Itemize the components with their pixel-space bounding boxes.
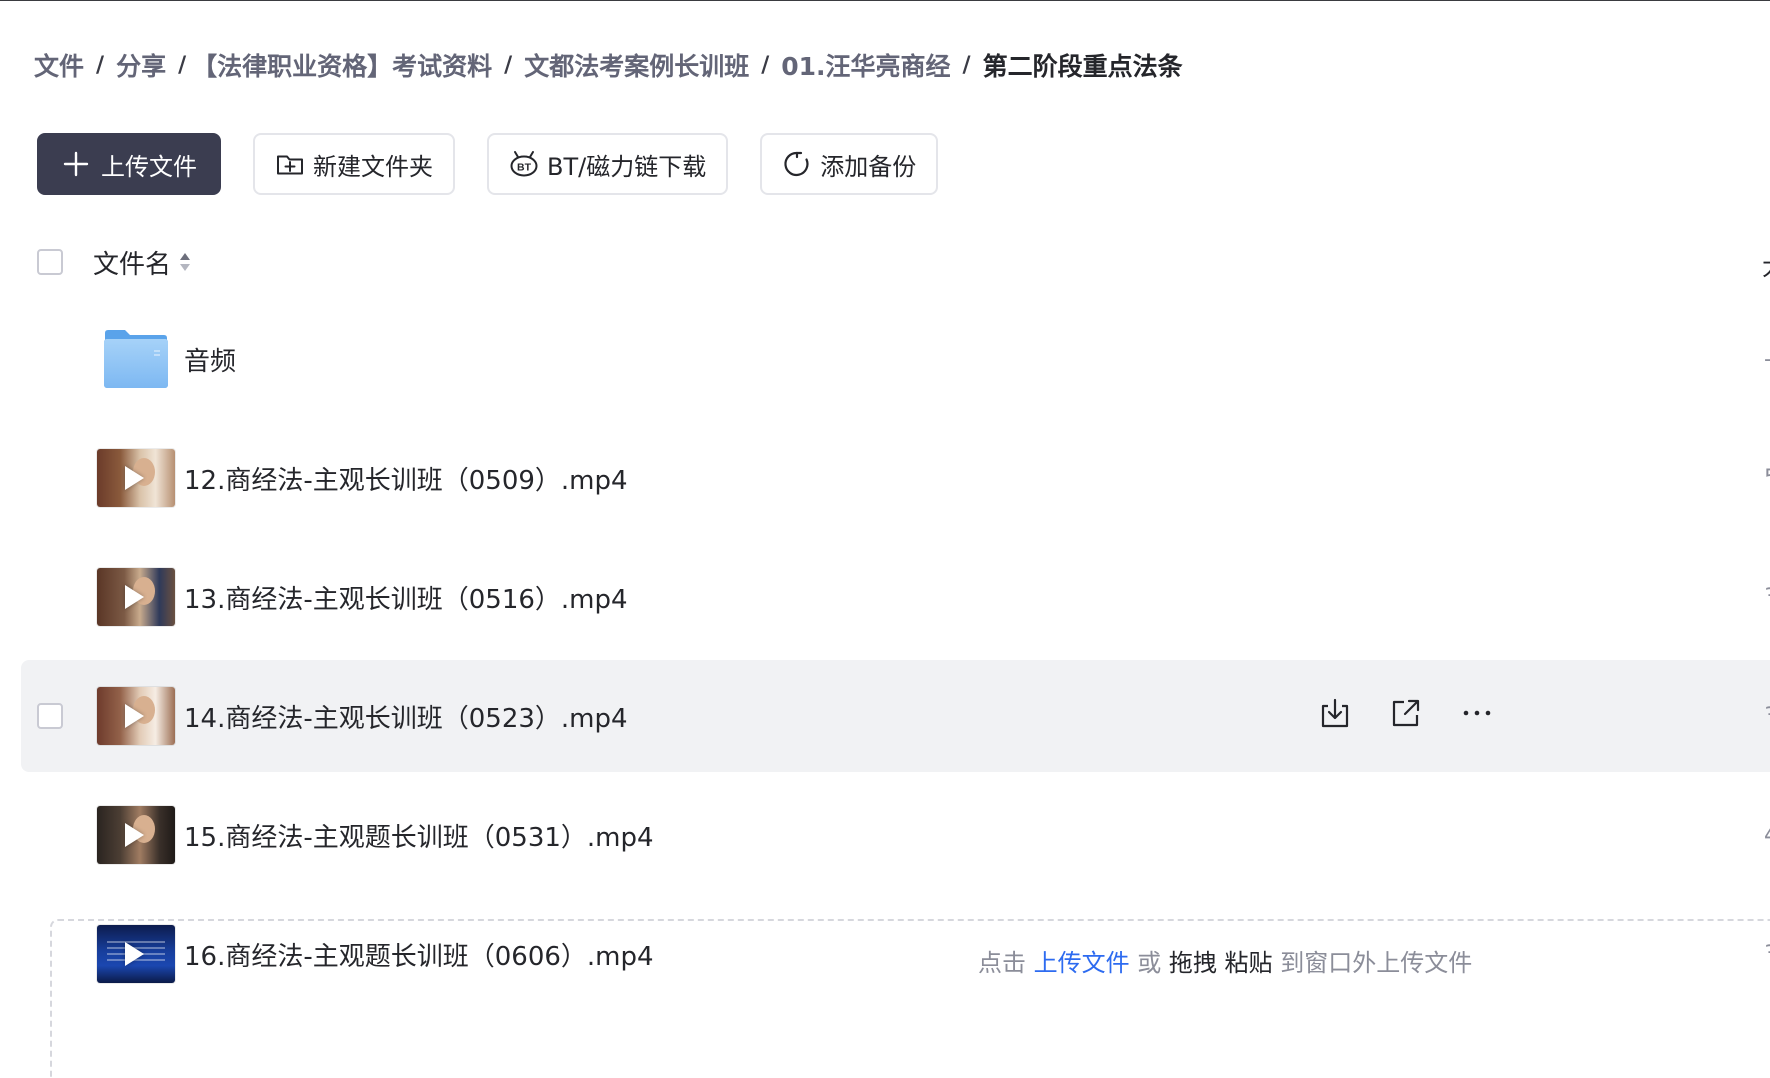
row-right-clipped: 5 [1764, 466, 1770, 482]
dropzone-prefix: 点击 [978, 949, 1026, 977]
breadcrumb-item-files[interactable]: 文件 [34, 47, 84, 83]
more-icon[interactable] [1459, 695, 1494, 730]
folder-icon [96, 320, 176, 398]
row-right-clipped: 4 [1764, 823, 1770, 839]
download-icon[interactable] [1317, 695, 1352, 730]
dropzone-drag-paste: 拖拽 粘贴 [1168, 949, 1273, 977]
breadcrumb-separator: / [96, 52, 105, 78]
select-all-checkbox[interactable] [37, 249, 63, 275]
file-name[interactable]: 14.商经法-主观长训班（0523）.mp4 [184, 698, 628, 735]
column-header-size-clipped: 大 [1762, 247, 1770, 282]
row-actions [1317, 695, 1494, 730]
video-thumbnail-image [97, 687, 175, 745]
file-list: 音频 - 12.商经法-主观长训班（0509）.mp4 5 [21, 303, 1770, 1017]
list-item[interactable]: 13.商经法-主观长训班（0516）.mp4 3 [21, 541, 1770, 653]
video-thumbnail-image [97, 806, 175, 864]
bt-magnet-download-label: BT/磁力链下载 [547, 152, 707, 181]
table-header: 文件名 大 [37, 237, 1770, 287]
list-item[interactable]: 音频 - [21, 303, 1770, 415]
row-right-clipped: 3 [1764, 704, 1770, 720]
play-icon [125, 704, 144, 728]
breadcrumb-separator: / [504, 52, 513, 78]
dropzone-hint: 点击 上传文件 或 拖拽 粘贴 到窗口外上传文件 [978, 943, 1472, 978]
video-thumbnail [96, 558, 176, 636]
video-thumbnail [96, 796, 176, 874]
column-header-filename-label: 文件名 [93, 249, 172, 280]
upload-dropzone[interactable]: 点击 上传文件 或 拖拽 粘贴 到窗口外上传文件 [50, 919, 1770, 1078]
breadcrumb: 文件 / 分享 / 【法律职业资格】考试资料 / 文都法考案例长训班 / 01.… [34, 45, 1183, 85]
breadcrumb-separator: / [962, 52, 971, 78]
breadcrumb-item-commercial-law[interactable]: 01.汪华亮商经 [781, 47, 950, 83]
upload-file-label: 上传文件 [101, 152, 197, 181]
file-name[interactable]: 13.商经法-主观长训班（0516）.mp4 [184, 579, 628, 616]
row-right-clipped: - [1764, 347, 1770, 363]
play-icon [125, 823, 144, 847]
sort-icon[interactable] [179, 251, 191, 273]
video-thumbnail [96, 677, 176, 755]
video-thumbnail-image [97, 568, 175, 626]
dropzone-suffix: 到窗口外上传文件 [1280, 949, 1473, 977]
breadcrumb-separator: / [761, 52, 770, 78]
new-folder-button[interactable]: 新建文件夹 [253, 133, 455, 195]
bt-magnet-download-button[interactable]: BT BT/磁力链下载 [487, 133, 729, 195]
breadcrumb-item-share[interactable]: 分享 [116, 47, 166, 83]
bt-icon: BT [509, 149, 539, 179]
new-folder-label: 新建文件夹 [313, 152, 433, 181]
video-thumbnail [96, 439, 176, 517]
folder-plus-icon [275, 149, 305, 179]
plus-icon [61, 149, 91, 179]
dropzone-middle: 或 [1137, 949, 1162, 977]
refresh-icon [782, 149, 812, 179]
file-browser-page: 文件 / 分享 / 【法律职业资格】考试资料 / 文都法考案例长训班 / 01.… [0, 0, 1770, 1078]
row-right-clipped: 3 [1764, 585, 1770, 601]
svg-text:BT: BT [517, 162, 532, 174]
play-icon [125, 585, 144, 609]
list-item[interactable]: 12.商经法-主观长训班（0509）.mp4 5 [21, 422, 1770, 534]
upload-file-button[interactable]: 上传文件 [37, 133, 221, 195]
file-name[interactable]: 音频 [184, 341, 236, 378]
share-icon[interactable] [1388, 695, 1423, 730]
list-item-hovered[interactable]: 14.商经法-主观长训班（0523）.mp4 3 [21, 660, 1770, 772]
add-backup-label: 添加备份 [820, 152, 917, 181]
row-checkbox[interactable] [37, 703, 63, 729]
file-name[interactable]: 15.商经法-主观题长训班（0531）.mp4 [184, 817, 654, 854]
toolbar: 上传文件 新建文件夹 BT BT/磁力链下载 添加备份 [37, 133, 939, 195]
add-backup-button[interactable]: 添加备份 [760, 133, 939, 195]
breadcrumb-item-training-class[interactable]: 文都法考案例长训班 [524, 47, 749, 83]
dropzone-upload-link[interactable]: 上传文件 [1034, 949, 1130, 977]
list-item[interactable]: 15.商经法-主观题长训班（0531）.mp4 4 [21, 779, 1770, 891]
column-header-filename[interactable]: 文件名 [93, 244, 191, 281]
video-thumbnail-image [97, 449, 175, 507]
file-name[interactable]: 12.商经法-主观长训班（0509）.mp4 [184, 460, 628, 497]
breadcrumb-item-exam-materials[interactable]: 【法律职业资格】考试资料 [192, 47, 492, 83]
breadcrumb-separator: / [178, 52, 187, 78]
play-icon [125, 466, 144, 490]
breadcrumb-item-current: 第二阶段重点法条 [982, 52, 1183, 81]
